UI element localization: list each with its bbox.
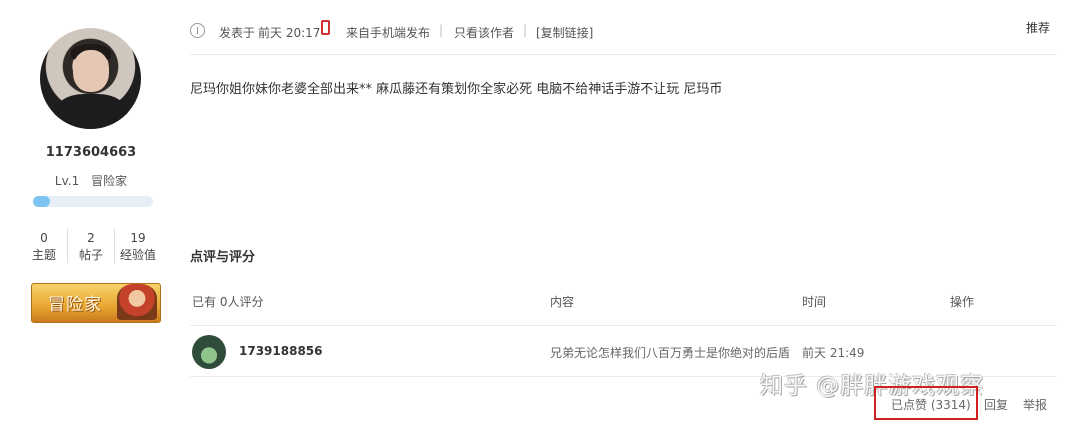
avatar-face [73, 50, 109, 92]
user-status-icon [190, 23, 205, 38]
only-author-link[interactable]: 只看该作者 [454, 24, 514, 41]
ratings-header-divider [190, 325, 1057, 326]
stat-posts-value: 2 [87, 231, 95, 245]
report-button[interactable]: 举报 [1023, 396, 1047, 413]
reply-button[interactable]: 回复 [984, 396, 1008, 413]
user-level-line: Lv.1 冒险家 [20, 172, 162, 189]
separator: | [439, 23, 444, 37]
posted-label: 发表于 [219, 26, 256, 40]
stat-divider [114, 229, 115, 263]
recommend-button[interactable]: 推荐 [1026, 19, 1050, 36]
post-body: 尼玛你姐你妹你老婆全部出来** 麻瓜藤还有策划你全家必死 电脑不给神话手游不让玩… [190, 82, 723, 97]
rater-avatar[interactable] [192, 335, 226, 369]
rater-username[interactable]: 1739188856 [239, 344, 323, 358]
ratings-header-actions: 操作 [950, 295, 975, 309]
stat-threads[interactable]: 0 主题 [22, 230, 66, 264]
copy-link[interactable]: [复制链接] [536, 24, 593, 41]
ratings-header-count: 已有 0人评分 [192, 295, 264, 309]
xp-progress-track [33, 196, 153, 207]
ratings-header-content: 内容 [550, 295, 575, 309]
separator: | [523, 23, 528, 37]
rank-badge-character [117, 284, 157, 320]
like-button[interactable]: 已点赞 (3314) [891, 396, 971, 413]
user-id[interactable]: 1173604663 [20, 145, 162, 160]
rank-badge-text: 冒险家 [48, 295, 102, 315]
stat-experience-value: 19 [130, 231, 146, 245]
rating-time: 前天 21:49 [802, 346, 865, 360]
posted-time: 前天 20:17 [258, 26, 321, 40]
mobile-phone-icon [321, 20, 330, 35]
ratings-title: 点评与评分 [190, 250, 256, 265]
stat-divider [67, 229, 68, 263]
stat-threads-label: 主题 [31, 248, 56, 262]
stat-threads-value: 0 [40, 231, 48, 245]
header-divider [190, 54, 1057, 55]
avatar-shirt [54, 94, 128, 129]
ratings-header-time: 时间 [802, 295, 827, 309]
stat-posts-label: 帖子 [78, 248, 103, 262]
stat-posts[interactable]: 2 帖子 [69, 230, 113, 264]
stat-experience[interactable]: 19 经验值 [116, 230, 160, 264]
xp-progress-fill [33, 196, 50, 207]
rating-content: 兄弟无论怎样我们八百万勇士是你绝对的后盾 [550, 346, 791, 360]
user-rank: 冒险家 [91, 174, 128, 188]
user-level: Lv.1 [54, 174, 80, 188]
post-source: 来自手机端发布 [346, 26, 431, 40]
stat-experience-label: 经验值 [119, 248, 156, 262]
user-avatar[interactable] [40, 28, 141, 129]
